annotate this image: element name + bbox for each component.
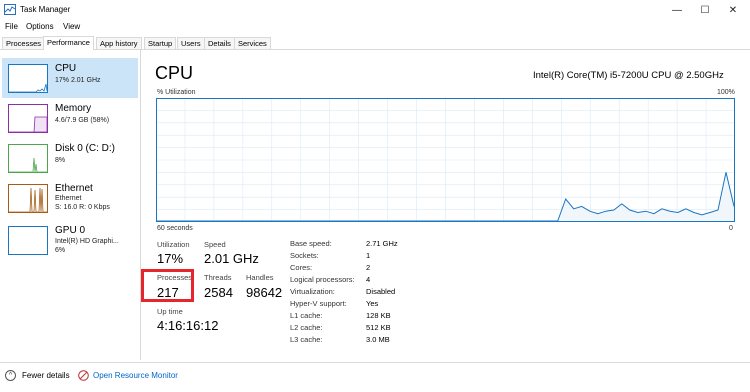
ethernet-thumbnail — [8, 184, 48, 213]
info-key: Logical processors: — [290, 275, 355, 284]
open-resource-monitor-link[interactable]: Open Resource Monitor — [93, 371, 178, 380]
sidebar-item-detail: Intel(R) HD Graphi... — [55, 238, 119, 245]
tab-processes[interactable]: Processes — [2, 37, 46, 49]
sidebar-item-label: CPU — [55, 63, 77, 74]
info-key: L2 cache: — [290, 323, 323, 332]
close-icon: ✕ — [728, 4, 738, 16]
sidebar-item-label: Ethernet — [55, 183, 93, 194]
resource-monitor-icon[interactable] — [78, 370, 89, 381]
sidebar-item-label: Disk 0 (C: D:) — [55, 143, 115, 154]
speed-label: Speed — [204, 240, 226, 249]
threads-value: 2584 — [204, 285, 233, 300]
sidebar-item-detail: 8% — [55, 157, 66, 164]
close-button[interactable]: ✕ — [719, 0, 747, 20]
sidebar-item-ethernet[interactable]: Ethernet Ethernet S: 16.0 R: 0 Kbps — [2, 178, 138, 218]
info-key: Sockets: — [290, 251, 319, 260]
tab-bar: Processes Performance App history Startu… — [0, 35, 750, 50]
uptime-label: Up time — [157, 307, 183, 316]
footer-bar: ^ Fewer details Open Resource Monitor — [0, 362, 750, 392]
tab-startup[interactable]: Startup — [144, 37, 177, 49]
info-value: Yes — [366, 299, 379, 308]
page-title: CPU — [155, 63, 194, 83]
info-value: 128 KB — [366, 311, 391, 320]
minimize-button[interactable]: — — [663, 0, 691, 20]
tab-services[interactable]: Services — [234, 37, 271, 49]
speed-value: 2.01 GHz — [204, 251, 259, 266]
memory-thumbnail — [8, 104, 48, 133]
chevron-up-icon[interactable]: ^ — [5, 370, 16, 381]
maximize-icon: ☐ — [700, 4, 710, 16]
sidebar-item-label: Memory — [55, 103, 92, 114]
gpu-thumbnail — [8, 226, 48, 255]
info-key: Hyper-V support: — [290, 299, 347, 308]
cpu-thumbnail — [8, 64, 48, 93]
processes-highlight-box — [141, 269, 194, 302]
utilization-value: 17% — [157, 251, 184, 266]
tab-details[interactable]: Details — [204, 37, 235, 49]
sidebar-item-detail-2: 6% — [55, 247, 66, 254]
info-value: 2 — [366, 263, 371, 272]
sidebar-item-detail: Ethernet — [55, 195, 82, 202]
performance-sidebar: CPU 17% 2.01 GHz Memory 4.6/7.9 GB (58%)… — [0, 50, 141, 360]
info-value: 512 KB — [366, 323, 391, 332]
sidebar-item-detail: 17% 2.01 GHz — [55, 77, 101, 84]
handles-label: Handles — [246, 273, 274, 282]
info-value: 3.0 MB — [366, 335, 390, 344]
info-key: L3 cache: — [290, 335, 323, 344]
menu-view[interactable]: View — [63, 22, 80, 31]
tab-performance[interactable]: Performance — [43, 36, 94, 50]
title-bar: Task Manager — ☐ ✕ — [0, 0, 750, 20]
fewer-details-button[interactable]: Fewer details — [22, 371, 70, 380]
utilization-label: Utilization — [157, 240, 190, 249]
graph-y-label: % Utilization — [157, 89, 196, 96]
info-value: 4 — [366, 275, 371, 284]
info-key: Base speed: — [290, 239, 332, 248]
handles-value: 98642 — [246, 285, 283, 300]
tab-users[interactable]: Users — [177, 37, 205, 49]
uptime-value: 4:16:16:12 — [157, 318, 219, 333]
menu-options[interactable]: Options — [26, 22, 54, 31]
maximize-button[interactable]: ☐ — [691, 0, 719, 20]
menu-bar: File Options View — [0, 20, 750, 34]
cpu-model-name: Intel(R) Core(TM) i5-7200U CPU @ 2.50GHz — [533, 70, 724, 81]
disk-thumbnail — [8, 144, 48, 173]
sidebar-item-detail: 4.6/7.9 GB (58%) — [55, 117, 110, 124]
sidebar-item-disk[interactable]: Disk 0 (C: D:) 8% — [2, 138, 138, 178]
sidebar-item-memory[interactable]: Memory 4.6/7.9 GB (58%) — [2, 98, 138, 138]
graph-x-label: 60 seconds — [157, 225, 193, 232]
sidebar-item-detail-2: S: 16.0 R: 0 Kbps — [55, 204, 110, 211]
graph-y-max: 100% — [717, 89, 735, 96]
window-title: Task Manager — [20, 5, 71, 14]
info-key: Virtualization: — [290, 287, 335, 296]
menu-file[interactable]: File — [5, 22, 18, 31]
sidebar-item-gpu[interactable]: GPU 0 Intel(R) HD Graphi... 6% — [2, 220, 138, 260]
info-value: Disabled — [366, 287, 396, 296]
tab-app-history[interactable]: App history — [96, 37, 142, 49]
minimize-icon: — — [672, 4, 682, 16]
graph-x-end: 0 — [729, 225, 733, 232]
info-value: 2.71 GHz — [366, 239, 398, 248]
cpu-utilization-graph — [156, 98, 735, 222]
sidebar-item-label: GPU 0 — [55, 225, 86, 236]
info-key: Cores: — [290, 263, 313, 272]
info-key: L1 cache: — [290, 311, 323, 320]
threads-label: Threads — [204, 273, 232, 282]
info-value: 1 — [366, 251, 371, 260]
sidebar-item-cpu[interactable]: CPU 17% 2.01 GHz — [2, 58, 138, 98]
task-manager-icon — [4, 4, 16, 15]
